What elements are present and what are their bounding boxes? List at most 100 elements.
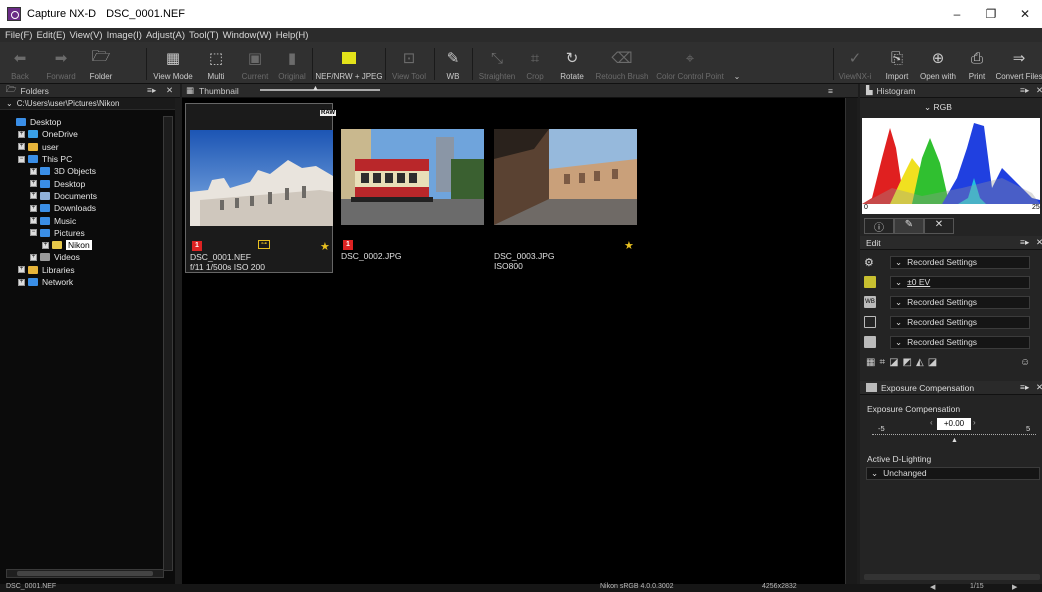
menu-view[interactable]: View(V) (70, 30, 103, 41)
menu-image[interactable]: Image(I) (107, 30, 142, 41)
tree-expander-icon[interactable]: + (18, 143, 25, 151)
panel-close-icon[interactable]: ✕ (1036, 85, 1042, 96)
import-button[interactable]: ⎘ Import (882, 42, 912, 84)
forward-button[interactable]: ➡ Forward (42, 42, 80, 84)
panel-close-icon[interactable]: ✕ (1036, 237, 1042, 248)
panel-close-icon[interactable]: ✕ (1036, 382, 1042, 393)
exposure-value-field[interactable]: +0.00 (937, 418, 971, 430)
panel-menu-icon[interactable]: ≡▸ (147, 85, 156, 96)
tree-expander-icon[interactable]: + (18, 130, 25, 138)
increment-icon[interactable]: › (973, 418, 976, 427)
folder-tree-item[interactable]: − Pictures (4, 227, 160, 239)
tree-expander-icon[interactable]: + (30, 192, 37, 200)
exposure-slider-track[interactable] (872, 434, 1036, 435)
dlighting-icon[interactable]: ◪ (928, 357, 941, 368)
tree-expander-icon[interactable]: + (30, 180, 37, 188)
dlighting-dropdown[interactable]: ⌄ Unchanged (866, 467, 1040, 480)
open-with-button[interactable]: ⊕ Open with (916, 42, 960, 84)
minimize-button[interactable]: – (940, 0, 974, 28)
edit-dropdown[interactable]: ⌄ ±0 EV (890, 275, 1030, 289)
menu-tool[interactable]: Tool(T) (189, 30, 219, 41)
tree-expander-icon[interactable]: + (30, 167, 37, 175)
tree-expander-icon[interactable]: + (30, 253, 37, 261)
thumbnail-size-slider[interactable] (260, 89, 380, 91)
curves-icon[interactable]: ◩ (903, 357, 916, 368)
view-tool-button[interactable]: ⊡ View Tool (388, 42, 430, 84)
menu-edit[interactable]: Edit(E) (36, 30, 65, 41)
tree-expander-icon[interactable]: + (18, 278, 25, 286)
panel-menu-icon[interactable]: ≡ (828, 86, 833, 96)
nef-jpeg-button[interactable]: NEF/NRW + JPEG (315, 42, 383, 84)
panel-close-icon[interactable]: ✕ (166, 85, 173, 96)
multi-button[interactable]: ⬚ Multi (202, 42, 230, 84)
print-button[interactable]: ⎙ Print (966, 42, 988, 84)
view-mode-button[interactable]: ▦ View Mode (150, 42, 196, 84)
menu-window[interactable]: Window(W) (223, 30, 272, 41)
toolbar-overflow-button[interactable]: ⌄ (731, 42, 743, 84)
tone-icon[interactable]: ◭ (916, 357, 928, 368)
panel-menu-icon[interactable]: ≡▸ (1020, 382, 1029, 393)
exposure-slider-thumb[interactable]: ▲ (951, 437, 958, 444)
folder-tree-item[interactable]: + Music (4, 214, 160, 226)
panel-menu-icon[interactable]: ≡▸ (1020, 85, 1029, 96)
tab-edit[interactable]: ✎ (894, 218, 924, 234)
tree-vertical-scrollbar[interactable] (163, 116, 173, 571)
folder-tree-item[interactable]: + Downloads (4, 202, 160, 214)
maximize-button[interactable]: ❐ (974, 0, 1008, 28)
tree-expander-icon[interactable]: + (30, 217, 37, 225)
tab-tools[interactable]: ✕ (924, 218, 954, 234)
color-control-point-button[interactable]: ⌖ Color Control Point (655, 42, 725, 84)
tree-expander-icon[interactable]: + (30, 204, 37, 212)
folder-tree-item[interactable]: +3D Objects (4, 165, 160, 177)
next-page-icon[interactable]: ▶ (1012, 583, 1017, 591)
panel-menu-icon[interactable]: ≡▸ (1020, 237, 1029, 248)
folder-tree-item[interactable]: + user (4, 141, 160, 153)
tree-expander-icon[interactable]: + (18, 266, 25, 274)
folder-tree-item[interactable]: + Desktop (4, 177, 160, 189)
tree-expander-icon[interactable]: − (30, 229, 37, 237)
straighten-button[interactable]: ⤡ Straighten (476, 42, 518, 84)
folder-tree-item[interactable]: + Libraries (4, 264, 160, 276)
tree-expander-icon[interactable]: + (42, 241, 49, 249)
crop-button[interactable]: ⌗ Crop (524, 42, 546, 84)
crop-icon[interactable]: ⌗ (879, 357, 889, 368)
menu-help[interactable]: Help(H) (276, 30, 309, 41)
edit-dropdown[interactable]: ⌄ Recorded Settings (890, 315, 1030, 329)
folder-tree-item[interactable]: + OneDrive (4, 128, 160, 140)
folder-tree-item[interactable]: + Network (4, 276, 160, 288)
edit-dropdown[interactable]: ⌄ Recorded Settings (890, 255, 1030, 269)
folder-tree-item[interactable]: + Videos (4, 251, 160, 263)
rating-star-icon[interactable]: ★ (624, 239, 634, 252)
folder-tree-item[interactable]: − This PC (4, 153, 160, 165)
folder-path-bar[interactable]: ⌄ C:\Users\user\Pictures\Nikon (0, 98, 175, 110)
levels-icon[interactable]: ◪ (889, 357, 902, 368)
original-button[interactable]: ▮ Original (276, 42, 308, 84)
back-button[interactable]: ⬅ Back (6, 42, 34, 84)
convert-files-button[interactable]: ⇒ Convert Files (996, 42, 1042, 84)
thumbnail-item[interactable]: RAW 1 ⊶ ★ DSC_0001.NEF f/11 1/500s ISO 20… (185, 103, 336, 273)
rating-star-icon[interactable]: ★ (320, 240, 330, 253)
viewnx-button[interactable]: ✓ ViewNX-i (836, 42, 874, 84)
pick-flag-badge[interactable]: 1 (192, 241, 202, 251)
folder-button[interactable]: 🗁 Folder (86, 42, 116, 84)
smile-icon[interactable]: ☺ (1020, 357, 1034, 368)
thumbnail-vertical-scrollbar[interactable] (845, 98, 857, 584)
edit-dropdown[interactable]: ⌄ Recorded Settings (890, 335, 1030, 349)
wb-button[interactable]: ✎ WB (440, 42, 466, 84)
thumbnail-item[interactable]: ★ DSC_0003.JPG ISO800 (490, 103, 638, 273)
pick-flag-badge[interactable]: 1 (343, 240, 353, 250)
slider-thumb[interactable]: ▲ (312, 85, 319, 92)
rotate-button[interactable]: ↻ Rotate (558, 42, 586, 84)
folder-tree-item[interactable]: Desktop (4, 116, 160, 128)
folder-tree-item[interactable]: + Documents (4, 190, 160, 202)
previous-page-icon[interactable]: ◀ (930, 583, 935, 591)
edit-dropdown[interactable]: ⌄ Recorded Settings (890, 295, 1030, 309)
tab-info[interactable]: ⓘ (864, 218, 894, 234)
noise-reduction-icon[interactable]: ▦ (866, 357, 879, 368)
menu-adjust[interactable]: Adjust(A) (146, 30, 185, 41)
thumbnail-item[interactable]: 1 DSC_0002.JPG (337, 103, 485, 273)
decrement-icon[interactable]: ‹ (930, 418, 933, 427)
menu-file[interactable]: File(F) (5, 30, 32, 41)
right-panel-scrollbar[interactable] (864, 574, 1040, 580)
histogram-channel-select[interactable]: ⌄ RGB (924, 102, 952, 113)
